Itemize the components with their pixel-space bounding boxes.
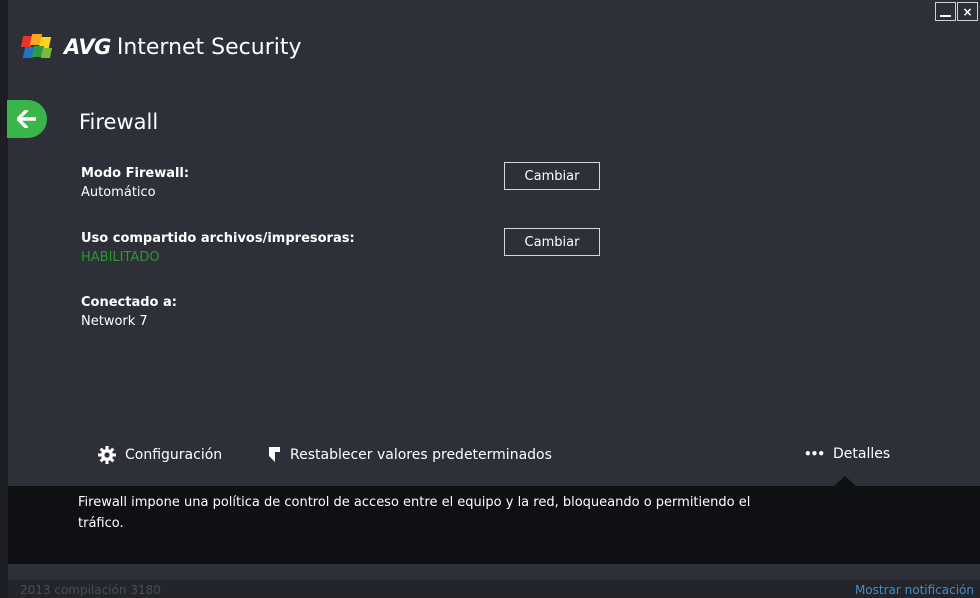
window-left-edge bbox=[0, 0, 8, 598]
firewall-description: Firewall impone una política de control … bbox=[78, 495, 751, 531]
details-link[interactable]: ••• Detalles bbox=[804, 446, 890, 462]
status-bar: 2013 compilación 3180 Mostrar notificaci… bbox=[8, 580, 980, 598]
reset-icon bbox=[269, 447, 280, 462]
brand-name: AVG bbox=[64, 34, 111, 59]
minimize-icon bbox=[940, 14, 951, 17]
reset-defaults-label: Restablecer valores predeterminados bbox=[290, 446, 552, 463]
page-title: Firewall bbox=[79, 110, 159, 134]
avg-logo-icon bbox=[20, 34, 54, 60]
file-sharing-status: HABILITADO bbox=[81, 250, 160, 265]
avg-window: × AVG Internet Security Firewall Modo Fi… bbox=[7, 0, 980, 598]
firewall-mode-label: Modo Firewall: bbox=[81, 166, 190, 181]
details-label: Detalles bbox=[833, 446, 891, 462]
file-sharing-section: Uso compartido archivos/impresoras: HABI… bbox=[81, 231, 355, 265]
file-sharing-label: Uso compartido archivos/impresoras: bbox=[81, 231, 355, 246]
connected-network: Network 7 bbox=[81, 314, 148, 329]
change-sharing-button[interactable]: Cambiar bbox=[504, 228, 600, 256]
minimize-button[interactable] bbox=[935, 2, 956, 21]
build-version: 2013 compilación 3180 bbox=[20, 583, 161, 597]
product-name: Internet Security bbox=[116, 34, 302, 60]
firewall-mode-value: Automático bbox=[81, 185, 156, 200]
description-panel: Firewall impone una política de control … bbox=[8, 476, 980, 564]
settings-label: Configuración bbox=[125, 447, 223, 463]
arrow-left-icon bbox=[17, 110, 36, 128]
firewall-mode-section: Modo Firewall: Automático bbox=[81, 166, 189, 200]
window-controls: × bbox=[935, 2, 978, 21]
back-button[interactable] bbox=[7, 100, 47, 138]
show-notification-link[interactable]: Mostrar notificación bbox=[855, 583, 974, 597]
ellipsis-icon: ••• bbox=[804, 447, 825, 461]
connected-section: Conectado a: Network 7 bbox=[81, 295, 177, 329]
connected-label: Conectado a: bbox=[81, 295, 177, 310]
gear-icon bbox=[98, 446, 116, 464]
details-pointer bbox=[834, 476, 856, 486]
app-title: AVG Internet Security bbox=[64, 35, 302, 60]
reset-defaults-link[interactable]: Restablecer valores predeterminados bbox=[268, 446, 552, 463]
close-button[interactable]: × bbox=[957, 2, 978, 21]
bottom-toolbar: Configuración Restablecer valores predet… bbox=[8, 446, 980, 476]
settings-link[interactable]: Configuración bbox=[98, 446, 222, 464]
app-header: AVG Internet Security bbox=[20, 34, 302, 60]
change-mode-button[interactable]: Cambiar bbox=[504, 162, 600, 190]
